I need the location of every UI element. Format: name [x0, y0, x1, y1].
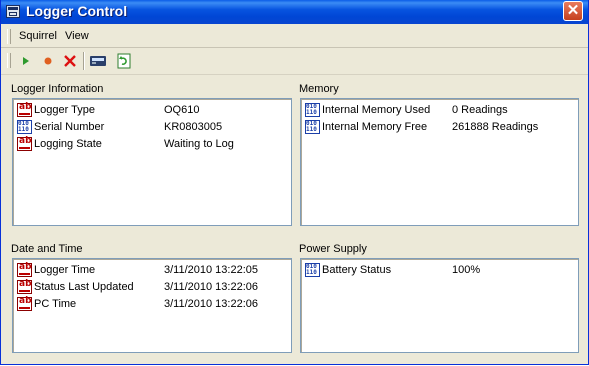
- refresh-button[interactable]: [114, 51, 134, 71]
- power-supply-panel: 010 110 Battery Status 100%: [300, 258, 579, 353]
- stop-button[interactable]: [60, 51, 80, 71]
- memory-label: Memory: [299, 83, 339, 95]
- memory-panel: 010 110 Internal Memory Used 0 Readings 0…: [300, 98, 579, 226]
- date-time-label: Date and Time: [11, 243, 83, 255]
- text-field-icon: ab: [17, 262, 32, 277]
- date-time-panel: ab Logger Time 3/11/2010 13:22:05 ab Sta…: [12, 258, 292, 353]
- window-title: Logger Control: [26, 3, 128, 19]
- power-supply-label: Power Supply: [299, 243, 367, 255]
- list-item[interactable]: 010 110 Internal Memory Used 0 Readings: [305, 102, 585, 118]
- toolbar: [1, 48, 588, 75]
- menu-bar: Squirrel View: [1, 25, 588, 48]
- start-button[interactable]: [16, 51, 36, 71]
- logger-device-icon: [90, 56, 106, 66]
- row-value: 261888 Readings: [452, 121, 539, 133]
- stop-x-icon: [64, 55, 76, 67]
- logger-info-panel: ab Logger Type OQ610 010 110 Serial Numbe…: [12, 98, 292, 226]
- logger-control-window: Logger Control ✕ Squirrel View Logger In…: [0, 0, 589, 365]
- text-field-icon: ab: [17, 102, 32, 117]
- text-field-icon: ab: [17, 279, 32, 294]
- list-item[interactable]: ab Logger Type OQ610: [17, 102, 297, 118]
- row-name: Logger Time: [34, 264, 96, 276]
- row-name: Internal Memory Used: [322, 104, 431, 116]
- refresh-icon: [117, 53, 131, 69]
- numeric-field-icon: 010 110: [305, 103, 320, 117]
- numeric-field-icon: 010 110: [305, 120, 320, 134]
- close-icon: ✕: [566, 2, 580, 19]
- row-value: KR0803005: [164, 121, 223, 133]
- play-icon: [23, 57, 29, 65]
- list-item[interactable]: 010 110 Battery Status 100%: [305, 262, 585, 278]
- row-value: 0 Readings: [452, 104, 508, 116]
- menu-grip: [7, 29, 11, 44]
- app-icon: [6, 5, 20, 18]
- row-name: Serial Number: [34, 121, 105, 133]
- row-name: PC Time: [34, 298, 77, 310]
- list-item[interactable]: ab Status Last Updated 3/11/2010 13:22:0…: [17, 279, 297, 295]
- list-item[interactable]: ab Logging State Waiting to Log: [17, 136, 297, 152]
- title-bar[interactable]: Logger Control ✕: [1, 0, 588, 24]
- logger-info-label: Logger Information: [11, 83, 104, 95]
- menu-squirrel[interactable]: Squirrel: [19, 30, 57, 42]
- row-name: Status Last Updated: [34, 281, 134, 293]
- row-name: Battery Status: [322, 264, 392, 276]
- menu-view[interactable]: View: [65, 30, 89, 42]
- row-value: 3/11/2010 13:22:06: [164, 281, 258, 293]
- list-item[interactable]: 010 110 Internal Memory Free 261888 Readi…: [305, 119, 585, 135]
- row-value: 3/11/2010 13:22:06: [164, 298, 258, 310]
- toolbar-grip: [7, 53, 11, 68]
- list-item[interactable]: ab PC Time 3/11/2010 13:22:06: [17, 296, 297, 312]
- list-item[interactable]: 010 110 Serial Number KR0803005: [17, 119, 297, 135]
- row-name: Logger Type: [34, 104, 95, 116]
- text-field-icon: ab: [17, 296, 32, 311]
- record-button[interactable]: [38, 51, 58, 71]
- toolbar-separator: [83, 52, 85, 70]
- row-name: Logging State: [34, 138, 102, 150]
- numeric-field-icon: 010 110: [17, 120, 32, 134]
- row-value: OQ610: [164, 104, 200, 116]
- row-value: Waiting to Log: [164, 138, 234, 150]
- list-item[interactable]: ab Logger Time 3/11/2010 13:22:05: [17, 262, 297, 278]
- record-icon: [44, 57, 52, 65]
- numeric-field-icon: 010 110: [305, 263, 320, 277]
- row-name: Internal Memory Free: [322, 121, 428, 133]
- row-value: 3/11/2010 13:22:05: [164, 264, 258, 276]
- logger-settings-button[interactable]: [88, 51, 108, 71]
- row-value: 100%: [452, 264, 481, 276]
- text-field-icon: ab: [17, 136, 32, 151]
- close-button[interactable]: ✕: [563, 1, 583, 21]
